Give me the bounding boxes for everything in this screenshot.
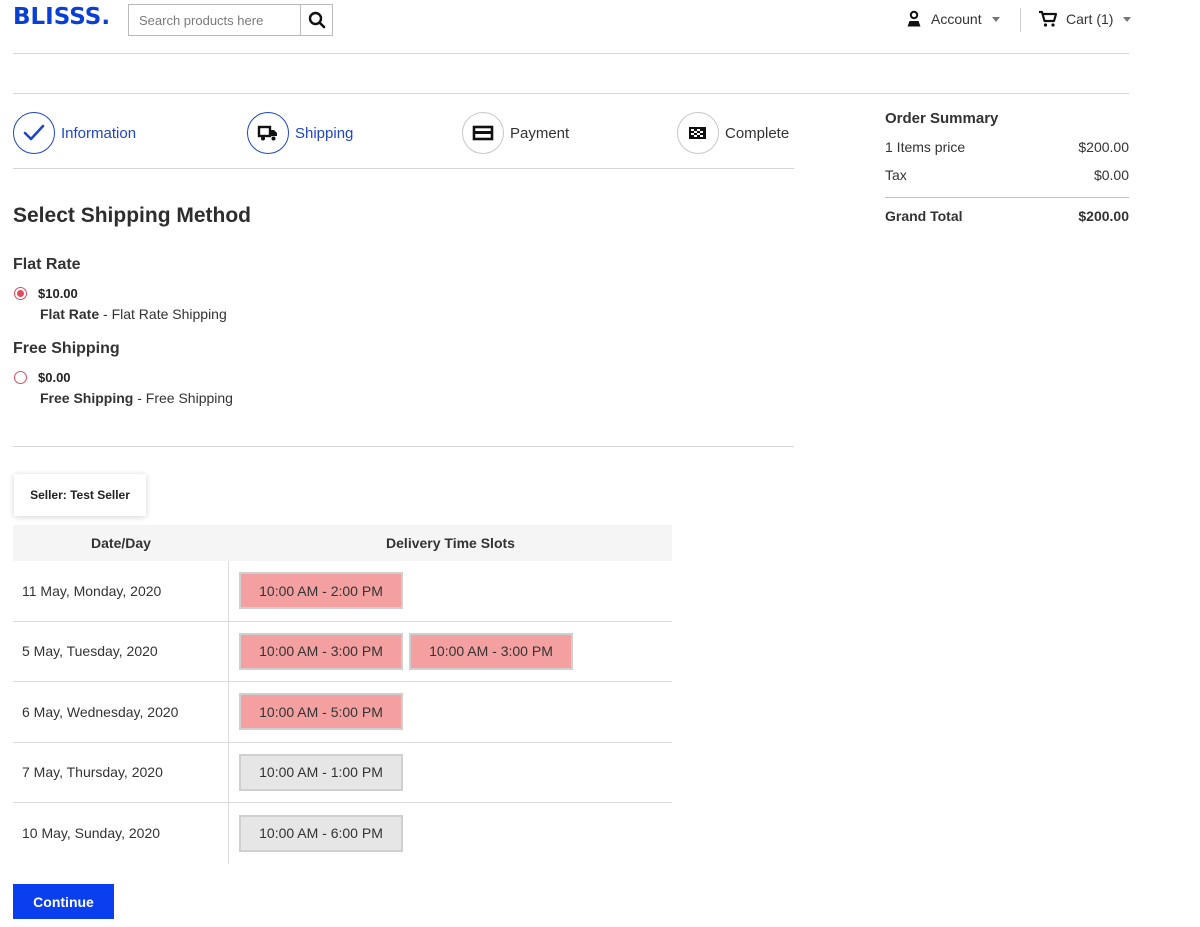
page-title: Select Shipping Method [13,204,252,227]
chevron-down-icon [991,16,1000,22]
search-icon [308,11,325,29]
step-circle [13,112,55,154]
step-label: Shipping [295,124,354,142]
card-icon [472,125,494,141]
row-slots: 10:00 AM - 2:00 PM [229,561,672,621]
methods-divider [13,446,794,447]
column-header-date: Date/Day [91,535,151,551]
steps-divider [13,168,794,169]
step-circle [462,112,504,154]
site-header: BLISSS. Account Cart (1) [0,0,1200,54]
step-shipping[interactable]: Shipping [247,112,353,154]
summary-total-row: Grand Total $200.00 [885,208,1129,224]
step-label: Payment [510,124,570,142]
summary-divider [885,197,1129,198]
account-menu[interactable]: Account [905,10,1000,28]
user-icon [907,10,921,27]
delivery-slots-table: Date/Day Delivery Time Slots 11 May, Mon… [13,525,672,864]
brand-logo[interactable]: BLISSS. [13,4,110,30]
chevron-down-icon [1123,16,1132,22]
row-date: 11 May, Monday, 2020 [13,561,229,621]
flat-rate-radio[interactable] [14,287,27,300]
method-detail: - Free Shipping [133,390,233,406]
step-label: Complete [725,124,790,142]
summary-title: Order Summary [885,110,999,127]
continue-button[interactable]: Continue [13,884,114,919]
header-divider-line [13,53,1129,54]
cart-menu[interactable]: Cart (1) [1038,10,1132,28]
method-name: Free Shipping [40,390,134,406]
step-label: Information [61,124,137,142]
row-date: 5 May, Tuesday, 2020 [13,621,229,681]
method-name: Flat Rate [40,306,100,322]
grand-total-label: Grand Total [885,208,963,224]
step-circle [677,112,719,154]
table-row: 11 May, Monday, 2020 10:00 AM - 2:00 PM [13,561,672,622]
time-slot-button[interactable]: 10:00 AM - 1:00 PM [239,753,403,791]
method-group-title: Free Shipping [13,340,120,357]
method-description: Free Shipping - Free Shipping [40,390,233,406]
table-row: 10 May, Sunday, 2020 10:00 AM - 6:00 PM [13,803,672,864]
time-slot-button[interactable]: 10:00 AM - 2:00 PM [239,572,403,610]
cart-label: Cart (1) [1066,11,1114,27]
method-detail: - Flat Rate Shipping [99,306,227,322]
search-button[interactable] [300,5,332,35]
row-date: 7 May, Thursday, 2020 [13,742,229,802]
row-slots: 10:00 AM - 3:00 PM 10:00 AM - 3:00 PM [229,622,672,682]
method-description: Flat Rate - Flat Rate Shipping [40,306,227,322]
row-slots: 10:00 AM - 1:00 PM [229,743,672,803]
summary-tax-label: Tax [885,167,907,183]
time-slot-button[interactable]: 10:00 AM - 3:00 PM [409,632,573,670]
grand-total-value: $200.00 [1078,208,1129,224]
method-price: $0.00 [38,370,71,385]
step-information[interactable]: Information [13,112,136,154]
step-complete[interactable]: Complete [677,112,789,154]
row-slots: 10:00 AM - 5:00 PM [229,682,672,742]
free-shipping-radio[interactable] [14,371,27,384]
column-header-slots: Delivery Time Slots [386,535,515,551]
flag-icon [689,127,706,139]
row-date: 10 May, Sunday, 2020 [13,803,229,864]
summary-tax-row: Tax $0.00 [885,167,1129,183]
table-row: 6 May, Wednesday, 2020 10:00 AM - 5:00 P… [13,682,672,743]
step-payment[interactable]: Payment [462,112,569,154]
account-label: Account [931,11,982,27]
header-divider [1020,8,1021,32]
summary-items-value: $200.00 [1078,139,1129,155]
cart-icon [1039,10,1058,27]
seller-tab[interactable]: Seller: Test Seller [14,474,146,516]
table-header: Date/Day Delivery Time Slots [13,525,672,561]
content-top-divider [13,93,1129,94]
time-slot-button[interactable]: 10:00 AM - 6:00 PM [239,814,403,852]
summary-tax-value: $0.00 [1093,167,1129,183]
method-group-title: Flat Rate [13,256,81,273]
order-summary: Order Summary 1 Items price $200.00 Tax … [885,110,1129,224]
time-slot-button[interactable]: 10:00 AM - 5:00 PM [239,693,403,731]
method-price: $10.00 [38,286,78,301]
table-row: 5 May, Tuesday, 2020 10:00 AM - 3:00 PM … [13,621,672,682]
summary-items-label: 1 Items price [885,139,966,155]
time-slot-button[interactable]: 10:00 AM - 3:00 PM [239,632,403,670]
check-icon [23,124,45,141]
row-slots: 10:00 AM - 6:00 PM [229,803,672,864]
search-bar [128,4,333,36]
summary-items-row: 1 Items price $200.00 [885,139,1129,155]
step-circle [247,112,289,154]
row-date: 6 May, Wednesday, 2020 [13,682,229,742]
table-row: 7 May, Thursday, 2020 10:00 AM - 1:00 PM [13,742,672,803]
search-input[interactable] [129,5,300,35]
truck-icon [257,125,277,141]
